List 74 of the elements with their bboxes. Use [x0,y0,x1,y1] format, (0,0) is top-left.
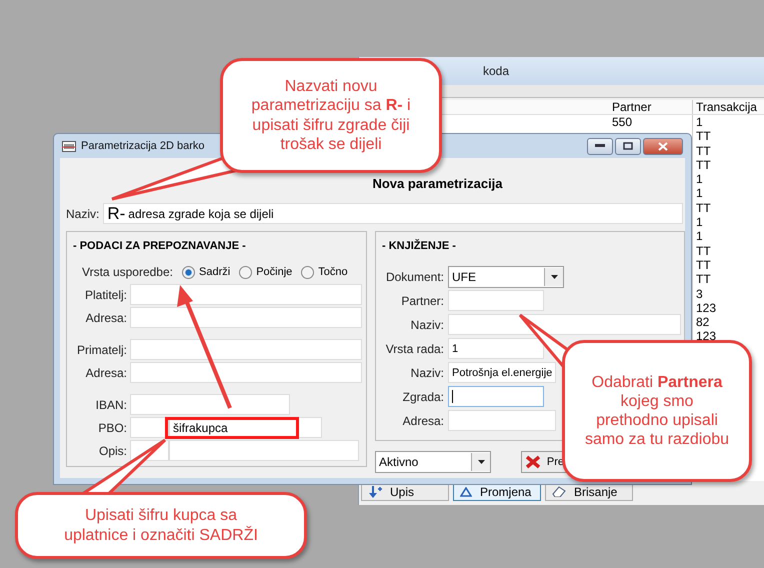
input-field[interactable] [169,440,359,461]
table-cell: 123 [696,300,716,315]
table-cell: TT [696,129,711,144]
table-cell: TT [696,258,711,272]
minimize-icon [595,144,605,148]
table-cell: TT [696,244,711,258]
window-title: koda [483,64,510,78]
input-field[interactable] [130,284,362,305]
caret-icon [478,460,484,464]
column-header[interactable]: Transakcija [693,100,757,114]
input-field[interactable] [130,362,362,383]
table-cell: TT [696,144,711,158]
input-field[interactable]: R- adresa zgrade koja se dijeli [103,203,684,224]
field-label: Naziv: [410,318,444,332]
input-field[interactable]: Potrošnja el.energije [448,362,556,383]
field-label: Vrsta rada: [384,342,444,356]
table-cell: TT [696,158,711,172]
input-field[interactable] [130,339,362,360]
window-title: Parametrizacija 2D barko [81,140,204,152]
radio-option[interactable]: Počinje [239,266,292,278]
input-field[interactable] [130,417,169,438]
panel-title: - KNJIŽENJE - [382,240,457,252]
dropdown[interactable]: Aktivno [375,451,491,473]
field-label: Naziv: [66,206,100,220]
column-header[interactable]: Partner [609,100,693,114]
table-cell: 1 [696,229,703,244]
field-label: Vrsta usporedbe: [81,265,173,279]
table-cell: 123 [696,329,716,344]
table-cell: 1 [696,115,703,129]
close-button[interactable] [643,138,683,154]
dropdown[interactable]: UFE [448,266,564,288]
field-label: Adresa: [84,310,127,324]
caret-icon [550,274,558,278]
callout-text: Odabrati Partnera kojeg smo prethodno upisali samo za tu razdiobu [584,372,730,450]
minimize-button[interactable] [587,138,613,154]
table-cell: TT [696,272,711,286]
table-cell: 550 [612,115,632,129]
field-label: Naziv: [410,366,444,380]
panel-title: - PODACI ZA PREPOZNAVANJE - [73,240,247,252]
table-cell: 1 [696,215,703,230]
input-field[interactable] [448,314,681,335]
field-label: Partner: [400,294,444,308]
table-cell: 82 [696,315,710,330]
field-label: Zgrada: [402,390,444,404]
field-label: IBAN: [94,398,127,412]
table-cell: 1 [696,186,703,200]
maximize-icon [623,142,633,150]
callout-text: Upisati šifru kupca sa uplatnice i označiti SADRŽI [63,506,259,545]
field-label: Opis: [98,444,127,458]
radio-option[interactable]: Točno [301,266,348,278]
field-label: Adresa: [402,414,444,428]
close-icon [525,455,541,469]
radio-option[interactable]: Sadrži [182,266,230,278]
triangle-icon [460,486,472,496]
maximize-button[interactable] [615,138,641,154]
input-field[interactable] [130,307,362,328]
field-label: Primatelj: [76,342,127,356]
table-cell: 3 [696,286,703,301]
input-field[interactable] [448,410,556,431]
dialog-heading: Nova parametrizacija [372,176,503,191]
table-cell: 1 [696,172,703,186]
app-icon [62,140,76,152]
input-field[interactable] [448,386,544,407]
callout-text: Nazvati novu parametrizaciju sa R- i upisati šifru zgrade čiji trošak se dijeli [250,77,412,154]
field-label: PBO: [97,420,127,434]
close-icon [658,142,668,150]
field-label: Platitelj: [84,288,127,302]
input-field[interactable] [448,290,544,311]
table-cell: TT [696,200,711,215]
arrow-down-plus-icon [368,486,382,498]
input-field[interactable] [130,394,290,415]
field-label: Dokument: [384,270,444,284]
input-field[interactable]: 1 [448,338,544,359]
field-label: Adresa: [84,366,127,380]
